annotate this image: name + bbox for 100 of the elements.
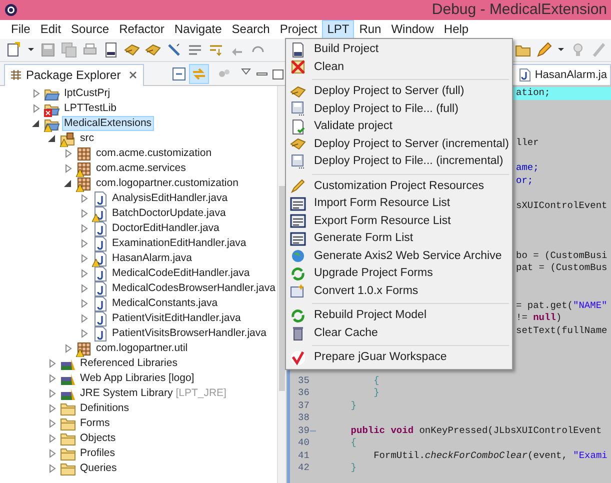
expander-icon[interactable] xyxy=(48,134,57,143)
menu-item[interactable]: Deploy Project to Server (full) xyxy=(286,83,512,100)
package-icon xyxy=(76,160,92,176)
tree-item[interactable]: BatchDoctorUpdate.java xyxy=(110,206,228,221)
menu-item[interactable]: Generate Form List xyxy=(286,230,512,248)
code-line: { xyxy=(350,437,357,450)
tree-item[interactable]: com.logopartner.customization xyxy=(94,176,240,191)
menu-bar-item[interactable]: File xyxy=(6,20,36,39)
tree-item[interactable]: ExaminationEditHandler.java xyxy=(110,236,248,251)
tree-item[interactable]: com.acme.customization xyxy=(94,146,214,161)
menu-item[interactable]: Clean xyxy=(286,58,512,76)
tree-item[interactable]: MedicalConstants.java xyxy=(110,296,220,311)
menu-item[interactable]: Upgrade Project Forms xyxy=(286,265,512,282)
view-tab[interactable]: Package Explorer xyxy=(4,64,144,86)
tree-item[interactable]: HasanAlarm.java xyxy=(110,251,194,266)
expander-icon[interactable] xyxy=(32,119,41,128)
menu-bar-item[interactable]: Project xyxy=(274,20,322,39)
package-icon xyxy=(76,146,92,162)
tree-item[interactable]: LPTTestLib xyxy=(62,101,119,116)
tree-item[interactable]: AnalysisEditHandler.java xyxy=(110,191,230,206)
view-menu-icon[interactable] xyxy=(241,66,251,76)
tree-item[interactable]: Queries xyxy=(78,461,119,476)
tree-item[interactable]: Web App Libraries [logo] xyxy=(78,371,196,386)
code-line: bo = (CustomBusi xyxy=(516,250,608,262)
link-with-editor-button[interactable] xyxy=(189,64,209,84)
menu-bar-item[interactable]: Help xyxy=(438,20,474,39)
menu-item[interactable]: Prepare jGuar Workspace xyxy=(286,349,512,366)
tree-item[interactable]: Objects xyxy=(78,431,118,446)
tree-item[interactable]: com.logopartner.util xyxy=(94,341,190,356)
tree-item[interactable]: Referenced Libraries xyxy=(78,356,180,371)
tree-item[interactable]: MedicalCodesBrowserHandler.java xyxy=(110,281,278,296)
java-file-icon xyxy=(92,266,108,282)
expander-icon[interactable] xyxy=(64,179,73,188)
menu-item[interactable]: Deploy Project to File... (incremental) xyxy=(286,153,512,170)
document-icon xyxy=(290,42,306,58)
menu-item[interactable]: Validate project xyxy=(286,118,512,136)
collapse-all-icon[interactable] xyxy=(171,66,187,82)
menu-item[interactable]: Rebuild Project Model xyxy=(286,307,512,324)
java-file-icon xyxy=(92,326,108,342)
tree-item[interactable]: JRE System Library [LPT_JRE] xyxy=(78,386,228,401)
scrollbar-thumb[interactable] xyxy=(279,186,285,391)
tree-item[interactable]: IptCustPrj xyxy=(62,86,112,101)
menu-item[interactable]: Export Form Resource List xyxy=(286,212,512,230)
deploy-icon xyxy=(290,136,306,152)
scrollbar[interactable] xyxy=(277,86,286,483)
tree-item[interactable]: MedicalCodeEditHandler.java xyxy=(110,266,252,281)
line-number: 36 xyxy=(298,387,310,400)
close-icon[interactable] xyxy=(128,70,138,80)
cross-icon xyxy=(290,59,306,76)
folder-icon xyxy=(60,416,76,432)
menu-bar-item[interactable]: Search xyxy=(226,20,275,39)
menu-item[interactable]: Clear Cache xyxy=(286,324,512,342)
tree-item[interactable]: Forms xyxy=(78,416,112,431)
tree-item[interactable]: src xyxy=(78,131,96,146)
refresh-icon xyxy=(290,266,306,282)
deploy-icon xyxy=(290,84,306,100)
menu-item[interactable]: Customization Project Resources xyxy=(286,178,512,195)
java-file-icon xyxy=(92,250,108,266)
tree-item[interactable]: PatientVisitEditHandler.java xyxy=(110,311,243,326)
form-icon xyxy=(290,196,306,212)
deploy-icon[interactable] xyxy=(124,42,140,58)
code-line: or; xyxy=(516,174,534,187)
java-file-icon xyxy=(92,236,108,252)
trash-icon xyxy=(290,325,306,342)
menu-bar-item[interactable]: Refactor xyxy=(114,20,170,39)
menu-item[interactable]: Deploy Project to Server (incremental) xyxy=(286,136,512,153)
menu-bar-item[interactable]: Edit xyxy=(35,20,66,39)
menu-item[interactable]: Generate Axis2 Web Service Archive xyxy=(286,248,512,265)
tree-item[interactable]: Definitions xyxy=(78,401,132,416)
package-explorer-icon xyxy=(10,69,22,81)
menu-item[interactable]: Deploy Project to File... (full) xyxy=(286,100,512,118)
pencil-icon[interactable] xyxy=(536,42,552,58)
menu-item[interactable]: Import Form Resource List xyxy=(286,195,512,212)
menu-bar-item[interactable]: Window xyxy=(386,20,439,39)
java-file-icon xyxy=(518,68,532,82)
menu-bar-item[interactable]: Navigate xyxy=(169,20,227,39)
menu-bar-item[interactable]: Run xyxy=(354,20,386,39)
save-all-icon[interactable] xyxy=(61,42,77,58)
menu-bar-item[interactable]: Source xyxy=(66,20,114,39)
refresh-icon xyxy=(290,308,306,324)
code-line: } xyxy=(350,400,357,412)
tree-item[interactable]: Profiles xyxy=(78,446,118,461)
tree-item[interactable]: PatientVisitsBrowserHandler.java xyxy=(110,326,268,341)
maximize-icon[interactable] xyxy=(272,68,284,80)
document-icon[interactable] xyxy=(103,42,119,58)
package-icon xyxy=(76,176,92,192)
deploy-icon[interactable] xyxy=(145,42,161,58)
new-file-icon[interactable] xyxy=(6,42,22,58)
save-icon[interactable] xyxy=(40,42,56,58)
form-icon xyxy=(290,213,306,230)
editor-tab[interactable]: HasanAlarm.ja xyxy=(512,64,611,85)
code-line: pat = (CustomBus xyxy=(516,262,608,274)
code-line: ller xyxy=(516,137,539,150)
menu-bar-item[interactable]: LPT xyxy=(322,20,354,39)
tree-item[interactable]: com.acme.services xyxy=(94,161,188,176)
document-check-icon xyxy=(290,118,306,135)
tree-item[interactable]: DoctorEditHandler.java xyxy=(110,221,222,236)
code-line: } xyxy=(350,462,357,474)
menu-item[interactable]: Convert 1.0.x Forms xyxy=(286,282,512,300)
tree-item[interactable]: MedicalExtensions xyxy=(62,116,154,131)
